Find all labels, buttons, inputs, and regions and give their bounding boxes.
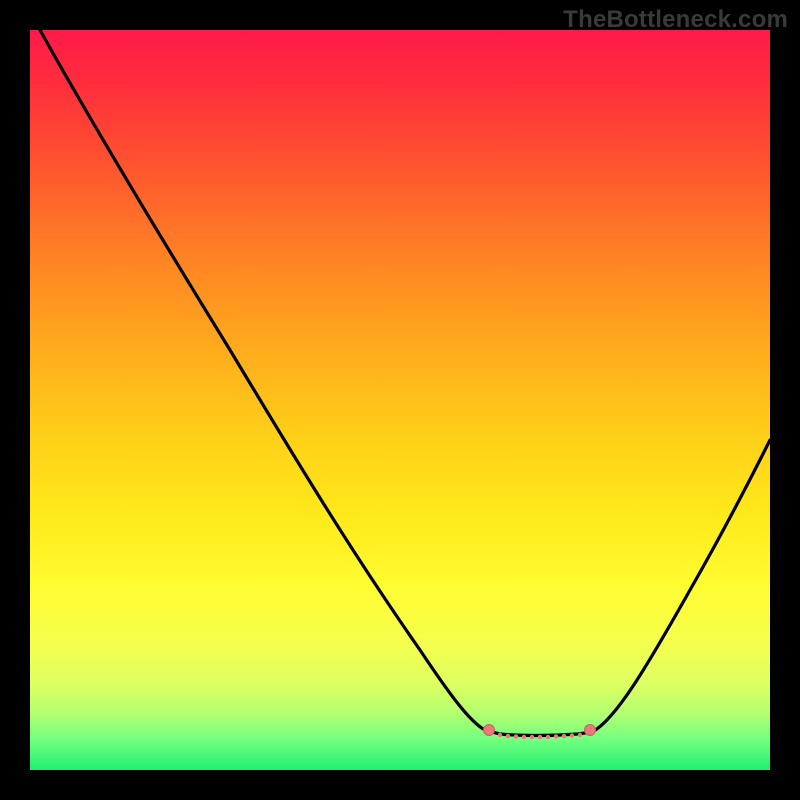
chart-frame: TheBottleneck.com xyxy=(0,0,800,800)
branding-watermark: TheBottleneck.com xyxy=(563,6,788,34)
plot-area xyxy=(30,30,770,770)
curve-svg xyxy=(30,30,770,770)
marker-left xyxy=(484,725,495,736)
marker-right xyxy=(585,725,596,736)
bottleneck-curve xyxy=(40,30,770,736)
